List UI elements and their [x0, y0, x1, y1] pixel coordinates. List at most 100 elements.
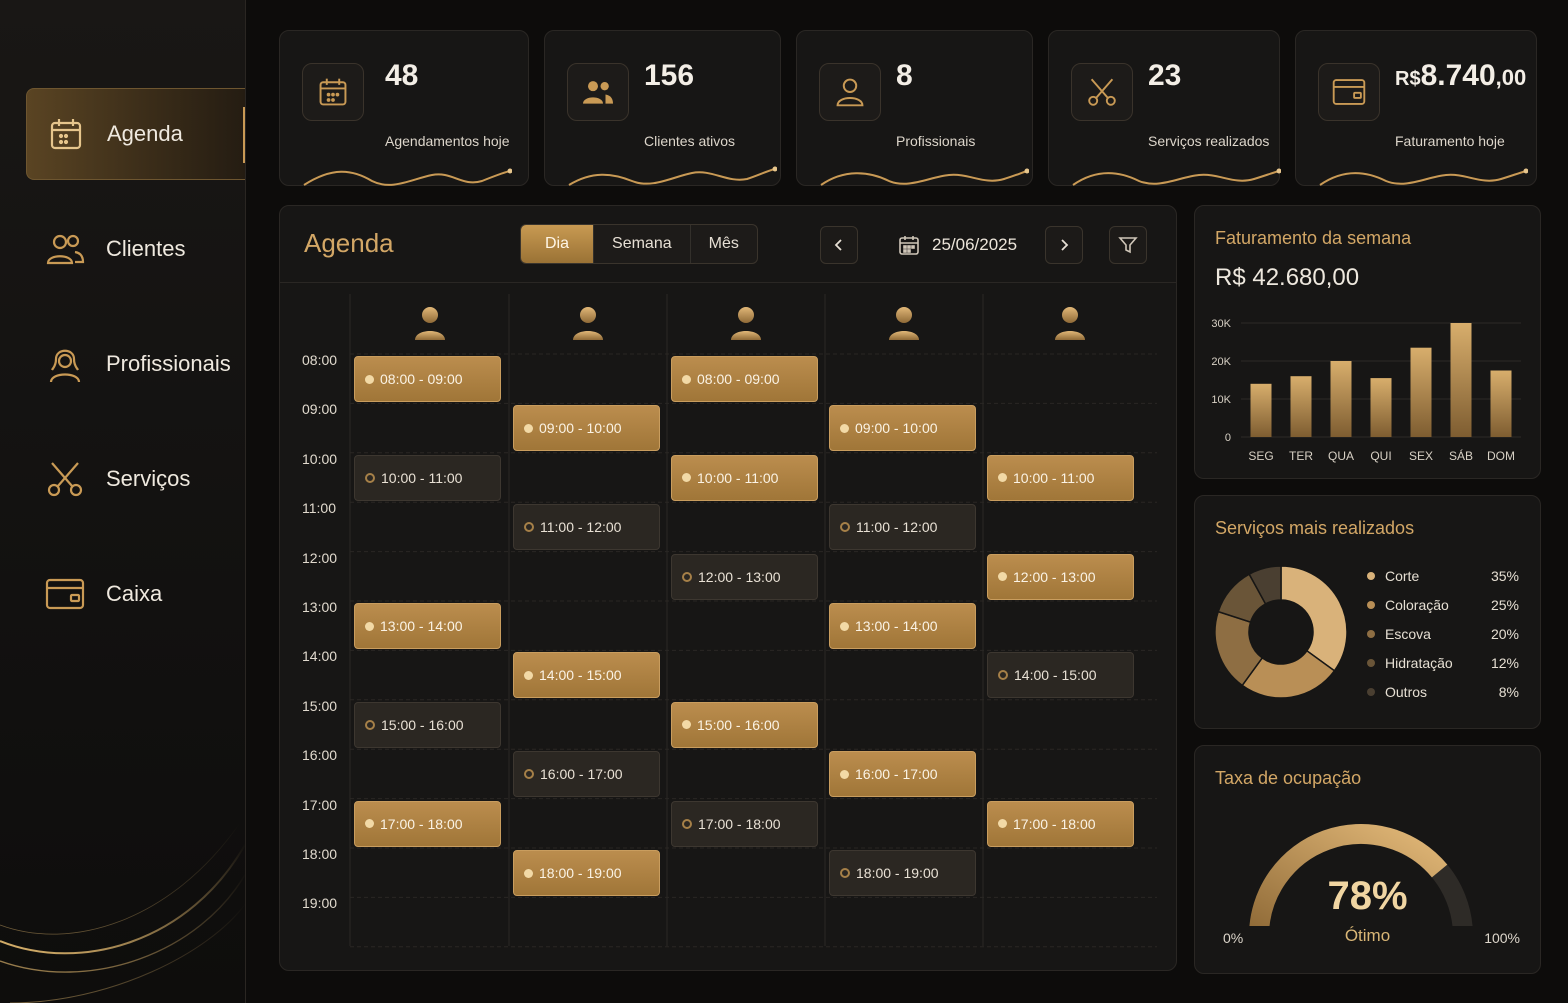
stat-label: Faturamento hoje [1395, 133, 1505, 149]
appointment-time: 18:00 - 19:00 [539, 865, 622, 881]
value-cents: ,00 [1495, 65, 1527, 90]
sidebar-item-agenda[interactable]: Agenda [26, 88, 245, 180]
status-dot-icon [682, 473, 691, 483]
legend-item: Coloração 25% [1367, 594, 1519, 616]
sparkline [1072, 168, 1281, 186]
appointment-block[interactable]: 13:00 - 14:00 [354, 603, 501, 649]
appointment-time: 12:00 - 13:00 [698, 568, 781, 585]
appointment-block[interactable]: 11:00 - 12:00 [513, 504, 660, 551]
bar[interactable] [1370, 378, 1392, 437]
appointment-block[interactable]: 17:00 - 18:00 [671, 800, 818, 847]
appointment-block[interactable]: 15:00 - 16:00 [671, 701, 818, 748]
appointment-block[interactable]: 13:00 - 14:00 [829, 603, 976, 649]
time-label: 12:00 [302, 549, 338, 566]
appointment-block[interactable]: 12:00 - 13:00 [987, 553, 1134, 600]
appointment-block[interactable]: 16:00 - 17:00 [513, 751, 660, 798]
legend-item: Hidratação 12% [1367, 652, 1519, 674]
value-integer: 8.740 [1420, 59, 1496, 92]
bar[interactable] [1330, 361, 1352, 437]
bar[interactable] [1250, 383, 1272, 437]
stat-value: 8 [896, 59, 913, 92]
status-dot-icon [840, 522, 850, 533]
bar[interactable] [1490, 370, 1512, 438]
appointment-time: 11:00 - 12:00 [856, 519, 938, 536]
x-tick-label: TER [1289, 449, 1313, 463]
x-tick-label: QUA [1328, 449, 1354, 463]
panel-title: Faturamento da semana [1215, 228, 1412, 248]
sparkline [568, 166, 777, 186]
time-label: 08:00 [302, 352, 338, 368]
currency-symbol: R$ [1395, 68, 1421, 90]
occupancy-panel: Taxa de ocupação 78% Ótimo 0% 100% [1194, 745, 1541, 974]
appointment-block[interactable]: 14:00 - 15:00 [513, 652, 660, 699]
sidebar-item-profissionais[interactable]: Profissionais [26, 318, 245, 410]
appointment-time: 10:00 - 11:00 [697, 469, 779, 486]
stat-value: R$8.740,00 [1395, 59, 1526, 93]
status-dot-icon [682, 374, 691, 384]
bar[interactable] [1450, 323, 1472, 437]
appointment-time: 15:00 - 16:00 [381, 716, 464, 733]
sidebar-item-label: Caixa [106, 581, 163, 606]
x-tick-label: QUI [1370, 449, 1391, 463]
gauge-min-label: 0% [1223, 930, 1244, 946]
legend-percent: 25% [1490, 597, 1519, 613]
professional-avatar-icon[interactable] [729, 304, 763, 342]
status-dot-icon [365, 374, 374, 384]
appointment-block[interactable]: 12:00 - 13:00 [671, 553, 818, 600]
stat-value: 156 [644, 59, 695, 92]
gauge-max-label: 100% [1484, 930, 1520, 946]
appointment-block[interactable]: 09:00 - 10:00 [513, 405, 660, 452]
user-icon [819, 63, 881, 121]
professional-avatar-icon[interactable] [1053, 304, 1087, 342]
appointment-block[interactable]: 15:00 - 16:00 [354, 701, 501, 748]
appointment-block[interactable]: 08:00 - 09:00 [354, 356, 501, 402]
appointment-block[interactable]: 17:00 - 18:00 [354, 800, 501, 847]
sidebar-item-clientes[interactable]: Clientes [26, 203, 245, 295]
bar[interactable] [1410, 347, 1432, 437]
professional-avatar-icon[interactable] [413, 304, 447, 342]
x-tick-label: SEG [1248, 449, 1273, 463]
status-dot-icon [524, 670, 533, 680]
bar[interactable] [1290, 376, 1312, 437]
users-icon [567, 63, 629, 121]
legend-percent: 20% [1490, 626, 1519, 642]
professional-avatar-icon[interactable] [571, 304, 605, 342]
appointment-block[interactable]: 18:00 - 19:00 [513, 850, 660, 896]
sidebar-item-caixa[interactable]: Caixa [26, 548, 245, 640]
status-dot-icon [524, 868, 533, 878]
legend-label: Hidratação [1385, 655, 1453, 671]
weekly-revenue-chart: 0 10K 20K 30K SEG TER QUA QUI SEX SÁB DOM [1211, 318, 1521, 463]
status-dot-icon [840, 769, 849, 779]
appointment-block[interactable]: 18:00 - 19:00 [829, 850, 976, 896]
sidebar-item-servicos[interactable]: Serviços [26, 433, 245, 525]
decorative-swoosh [0, 822, 245, 1003]
appointment-block[interactable]: 16:00 - 17:00 [829, 751, 976, 798]
time-label: 13:00 [302, 599, 338, 615]
appointment-block[interactable]: 09:00 - 10:00 [829, 405, 976, 452]
stat-card-professionals: 8 Profissionais [796, 30, 1033, 186]
time-label: 19:00 [302, 895, 338, 912]
appointment-block[interactable]: 11:00 - 12:00 [829, 504, 976, 551]
appointment-block[interactable]: 10:00 - 11:00 [354, 454, 501, 501]
status-dot-icon [365, 472, 375, 483]
occupancy-value: 78% [1327, 874, 1408, 918]
stat-card-revenue-today: R$8.740,00 Faturamento hoje [1295, 30, 1537, 186]
appointment-block[interactable]: 08:00 - 09:00 [671, 356, 818, 402]
status-dot-icon [840, 423, 849, 433]
professional-avatar-icon[interactable] [887, 304, 921, 342]
appointment-time: 14:00 - 15:00 [1014, 667, 1097, 684]
status-dot-icon [365, 819, 374, 829]
sparkline [303, 168, 512, 186]
appointment-time: 16:00 - 17:00 [855, 766, 938, 783]
status-dot-icon [524, 423, 533, 433]
appointment-time: 09:00 - 10:00 [855, 420, 938, 437]
legend-label: Escova [1385, 626, 1431, 642]
appointment-block[interactable]: 10:00 - 11:00 [671, 454, 818, 501]
appointment-block[interactable]: 14:00 - 15:00 [987, 652, 1134, 699]
appointment-block[interactable]: 17:00 - 18:00 [987, 800, 1134, 847]
time-label: 09:00 [302, 401, 338, 418]
appointment-time: 17:00 - 18:00 [1013, 815, 1096, 832]
x-tick-label: SÁB [1449, 448, 1473, 463]
stat-card-clients: 156 Clientes ativos [544, 30, 781, 186]
appointment-block[interactable]: 10:00 - 11:00 [987, 454, 1134, 501]
